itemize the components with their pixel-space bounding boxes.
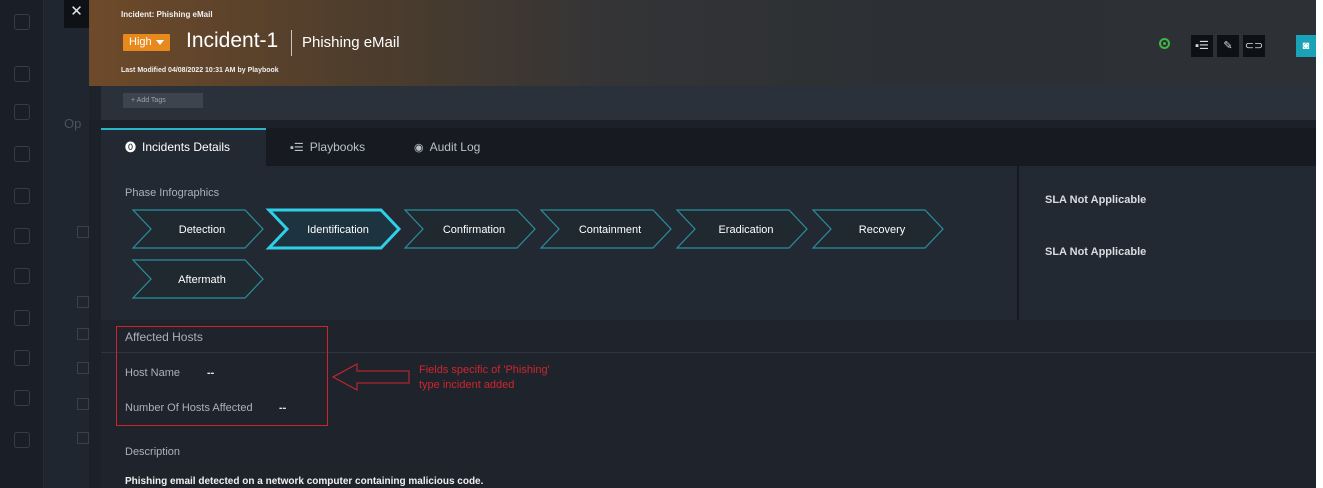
dashboard-icon[interactable] — [14, 66, 30, 82]
row-checkbox — [77, 328, 89, 340]
chat-button[interactable]: ◙ — [1296, 35, 1316, 57]
sla-status: SLA Not Applicable — [1045, 194, 1147, 206]
link-icon: ⊂⊃ — [1244, 40, 1264, 52]
phase-label: Detection — [179, 224, 225, 236]
phase-label: Eradication — [718, 224, 773, 236]
playbooks-icon: ▪☰ — [290, 142, 304, 154]
hosts-affected-label: Number Of Hosts Affected — [125, 402, 253, 414]
hosts-affected-value[interactable]: -- — [279, 402, 286, 414]
phase-label: Confirmation — [443, 224, 505, 236]
playbooks-button[interactable]: ▪☰ — [1191, 35, 1213, 57]
priority-label: High — [129, 36, 152, 48]
description-label: Description — [125, 446, 181, 458]
phase-infographics-panel: Phase Infographics Detection Identificati… — [101, 166, 1017, 320]
tab-bar: ⓿ Incidents Details ▪☰ Playbooks ◉ Audit Lo… — [101, 128, 1316, 166]
link-button[interactable]: ⊂⊃ — [1243, 35, 1265, 57]
eye-icon: ◉ — [414, 142, 424, 154]
phase-recovery[interactable]: Recovery — [811, 209, 944, 249]
annotation-note: Fields specific of 'Phishing' type incid… — [419, 363, 629, 393]
settings-icon[interactable] — [14, 390, 30, 406]
phase-detection[interactable]: Detection — [131, 209, 264, 249]
background-list: Op — [44, 0, 89, 488]
title-divider — [291, 30, 292, 56]
row-checkbox — [77, 432, 89, 444]
priority-dropdown[interactable]: High — [123, 34, 170, 51]
playbooks-icon: ▪☰ — [1195, 40, 1209, 52]
phase-label: Containment — [579, 224, 641, 236]
host-name-label: Host Name — [125, 367, 181, 379]
tags-bar: + Add Tags — [89, 86, 1316, 120]
incident-details-content: Phase Infographics Detection Identificati… — [101, 166, 1316, 488]
incident-name: Phishing eMail — [302, 34, 400, 51]
left-navigation — [0, 0, 44, 488]
tab-incidents-details[interactable]: ⓿ Incidents Details — [101, 128, 266, 166]
phase-identification[interactable]: Identification — [265, 208, 402, 250]
row-checkbox — [77, 362, 89, 374]
add-tags-button[interactable]: + Add Tags — [123, 93, 203, 108]
sla-status: SLA Not Applicable — [1045, 246, 1147, 258]
phase-label: Identification — [307, 224, 369, 236]
sla-panel: SLA Not Applicable SLA Not Applicable — [1017, 166, 1316, 320]
affected-hosts-title: Affected Hosts — [125, 330, 203, 344]
row-checkbox — [77, 226, 89, 238]
team-icon[interactable] — [14, 432, 30, 448]
tab-playbooks[interactable]: ▪☰ Playbooks — [266, 128, 390, 166]
phase-eradication[interactable]: Eradication — [675, 209, 808, 249]
incident-id: Incident-1 — [186, 29, 279, 52]
widgets-icon[interactable] — [14, 310, 30, 326]
alerts-icon[interactable] — [14, 104, 30, 120]
tab-audit-log[interactable]: ◉ Audit Log — [390, 128, 514, 166]
reports-icon[interactable] — [14, 268, 30, 284]
breadcrumb: Incident: Phishing eMail — [121, 10, 213, 19]
incident-header: Incident: Phishing eMail High Incident-1… — [89, 0, 1316, 86]
incident-modal-frame: Op ✕ Incident: Phishing eMail High Incid… — [0, 0, 1316, 488]
close-button[interactable]: ✕ — [64, 0, 89, 28]
chat-icon: ◙ — [1302, 40, 1310, 52]
resources-icon[interactable] — [14, 228, 30, 244]
last-modified: Last Modified 04/08/2022 10:31 AM by Pla… — [121, 67, 279, 74]
info-icon: ⓿ — [125, 142, 136, 154]
phase-confirmation[interactable]: Confirmation — [403, 209, 536, 249]
users-icon[interactable] — [14, 350, 30, 366]
automation-icon[interactable] — [14, 188, 30, 204]
row-checkbox — [77, 398, 89, 410]
phase-aftermath[interactable]: Aftermath — [131, 259, 264, 299]
row-checkbox — [77, 296, 89, 308]
phase-label: Aftermath — [178, 274, 226, 286]
annotation-line: Fields specific of 'Phishing' — [419, 364, 550, 376]
phase-chevrons: Detection Identification Confirmation Conta… — [131, 208, 944, 299]
host-name-value[interactable]: -- — [207, 367, 214, 379]
background-label: Op — [64, 116, 82, 131]
incidents-icon[interactable] — [14, 146, 30, 162]
home-icon[interactable] — [14, 14, 30, 30]
edit-icon: ✎ — [1223, 40, 1233, 52]
status-indicator-icon — [1159, 38, 1170, 49]
phase-label: Recovery — [859, 224, 906, 236]
chevron-down-icon — [155, 39, 164, 45]
annotation-arrow-icon — [331, 363, 410, 391]
edit-button[interactable]: ✎ — [1217, 35, 1239, 57]
description-text[interactable]: Phishing email detected on a network com… — [125, 476, 483, 487]
phase-containment[interactable]: Containment — [539, 209, 672, 249]
annotation-line: type incident added — [419, 379, 515, 391]
close-icon: ✕ — [70, 3, 83, 20]
